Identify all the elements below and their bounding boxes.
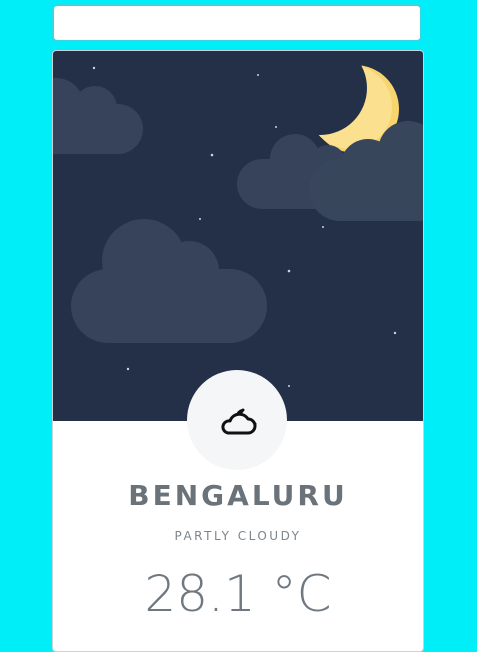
city-name: BENGALURU bbox=[128, 479, 348, 512]
temperature-unit: °C bbox=[271, 565, 332, 623]
cloud-moon-icon bbox=[221, 408, 257, 435]
night-sky-illustration bbox=[53, 51, 423, 421]
weather-icon-badge bbox=[187, 370, 287, 470]
temperature-value: 28.1 bbox=[144, 565, 256, 623]
weather-card: BENGALURU PARTLY CLOUDY 28.1 °C bbox=[52, 50, 424, 652]
weather-condition: PARTLY CLOUDY bbox=[174, 529, 302, 543]
temperature-display: 28.1 °C bbox=[53, 565, 423, 623]
city-search-input[interactable] bbox=[52, 4, 422, 42]
